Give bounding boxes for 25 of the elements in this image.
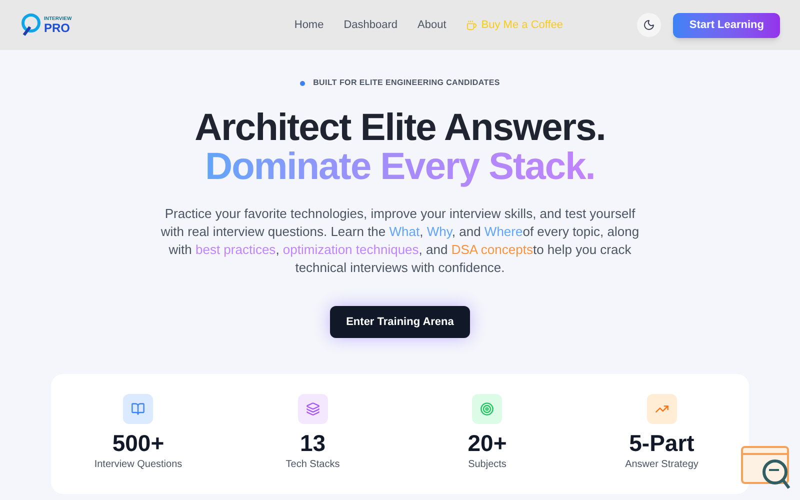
stat-value: 5-Part	[629, 429, 694, 457]
stat-value: 500+	[112, 429, 164, 457]
stat-label: Tech Stacks	[286, 458, 340, 472]
logo-text: PRO	[44, 22, 72, 34]
enter-arena-button[interactable]: Enter Training Arena	[330, 306, 470, 338]
help-widget-icon[interactable]	[741, 446, 791, 490]
stat-label: Subjects	[468, 458, 506, 472]
stat-value: 13	[300, 429, 326, 457]
book-icon	[131, 402, 146, 416]
coffee-icon	[466, 20, 478, 30]
stat-label: Interview Questions	[94, 458, 182, 472]
headline: Architect Elite Answers.	[194, 109, 606, 147]
moon-icon	[643, 19, 656, 31]
nav-link[interactable]: Home	[294, 16, 324, 34]
start-learning-button[interactable]: Start Learning	[673, 12, 780, 38]
intro-paragraph: Practice your favorite technologies, improve your interview skills, and test yourself with real interview questions. Learn the What, Why, and Whereof every topic, along with best practices, optimization techniques, and DSA conceptsto help you crack technical interviews with confidence.	[160, 205, 640, 277]
nav-link[interactable]: About	[418, 16, 446, 34]
nav-link[interactable]: Dashboard	[344, 16, 398, 34]
stat-value: 20+	[468, 429, 507, 457]
theme-toggle-button[interactable]	[637, 13, 662, 37]
tagline-text: BUILT FOR ELITE ENGINEERING CANDIDATES	[313, 77, 500, 89]
logo-icon	[20, 13, 42, 37]
stat-label: Answer Strategy	[625, 458, 698, 472]
target-icon	[480, 402, 494, 416]
layers-icon	[306, 402, 320, 416]
